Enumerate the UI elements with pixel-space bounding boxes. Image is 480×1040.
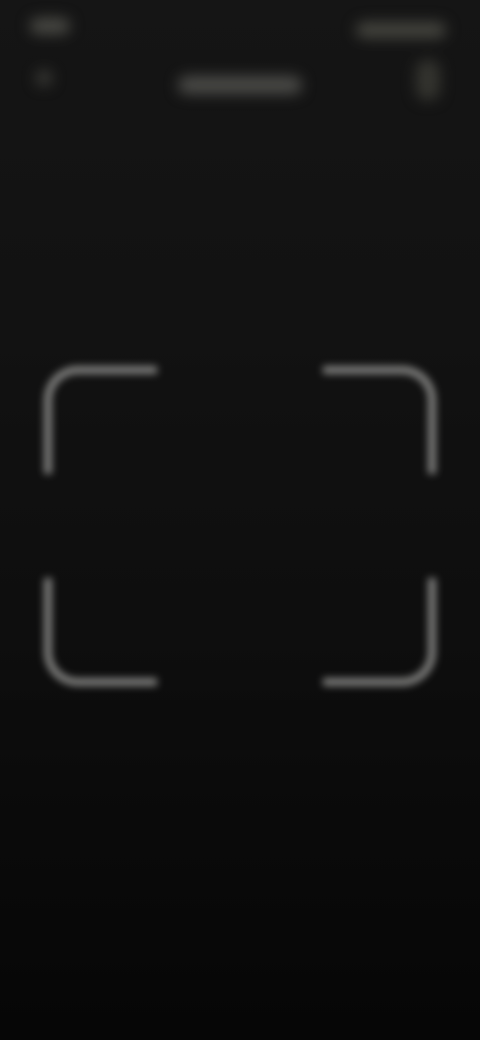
header-title-placeholder <box>178 76 302 94</box>
status-dot-icon <box>36 70 52 86</box>
scan-corner-bottom-left-icon <box>44 578 157 686</box>
status-icons-cluster <box>356 22 446 38</box>
scan-corner-top-right-icon <box>323 366 436 474</box>
status-bar <box>0 0 480 120</box>
status-side-icon <box>416 60 440 100</box>
status-time-indicator <box>30 18 70 34</box>
scan-corner-top-left-icon <box>44 366 157 474</box>
camera-scanner-screen <box>0 0 480 1040</box>
scan-corner-bottom-right-icon <box>323 578 436 686</box>
scan-frame <box>44 366 436 686</box>
